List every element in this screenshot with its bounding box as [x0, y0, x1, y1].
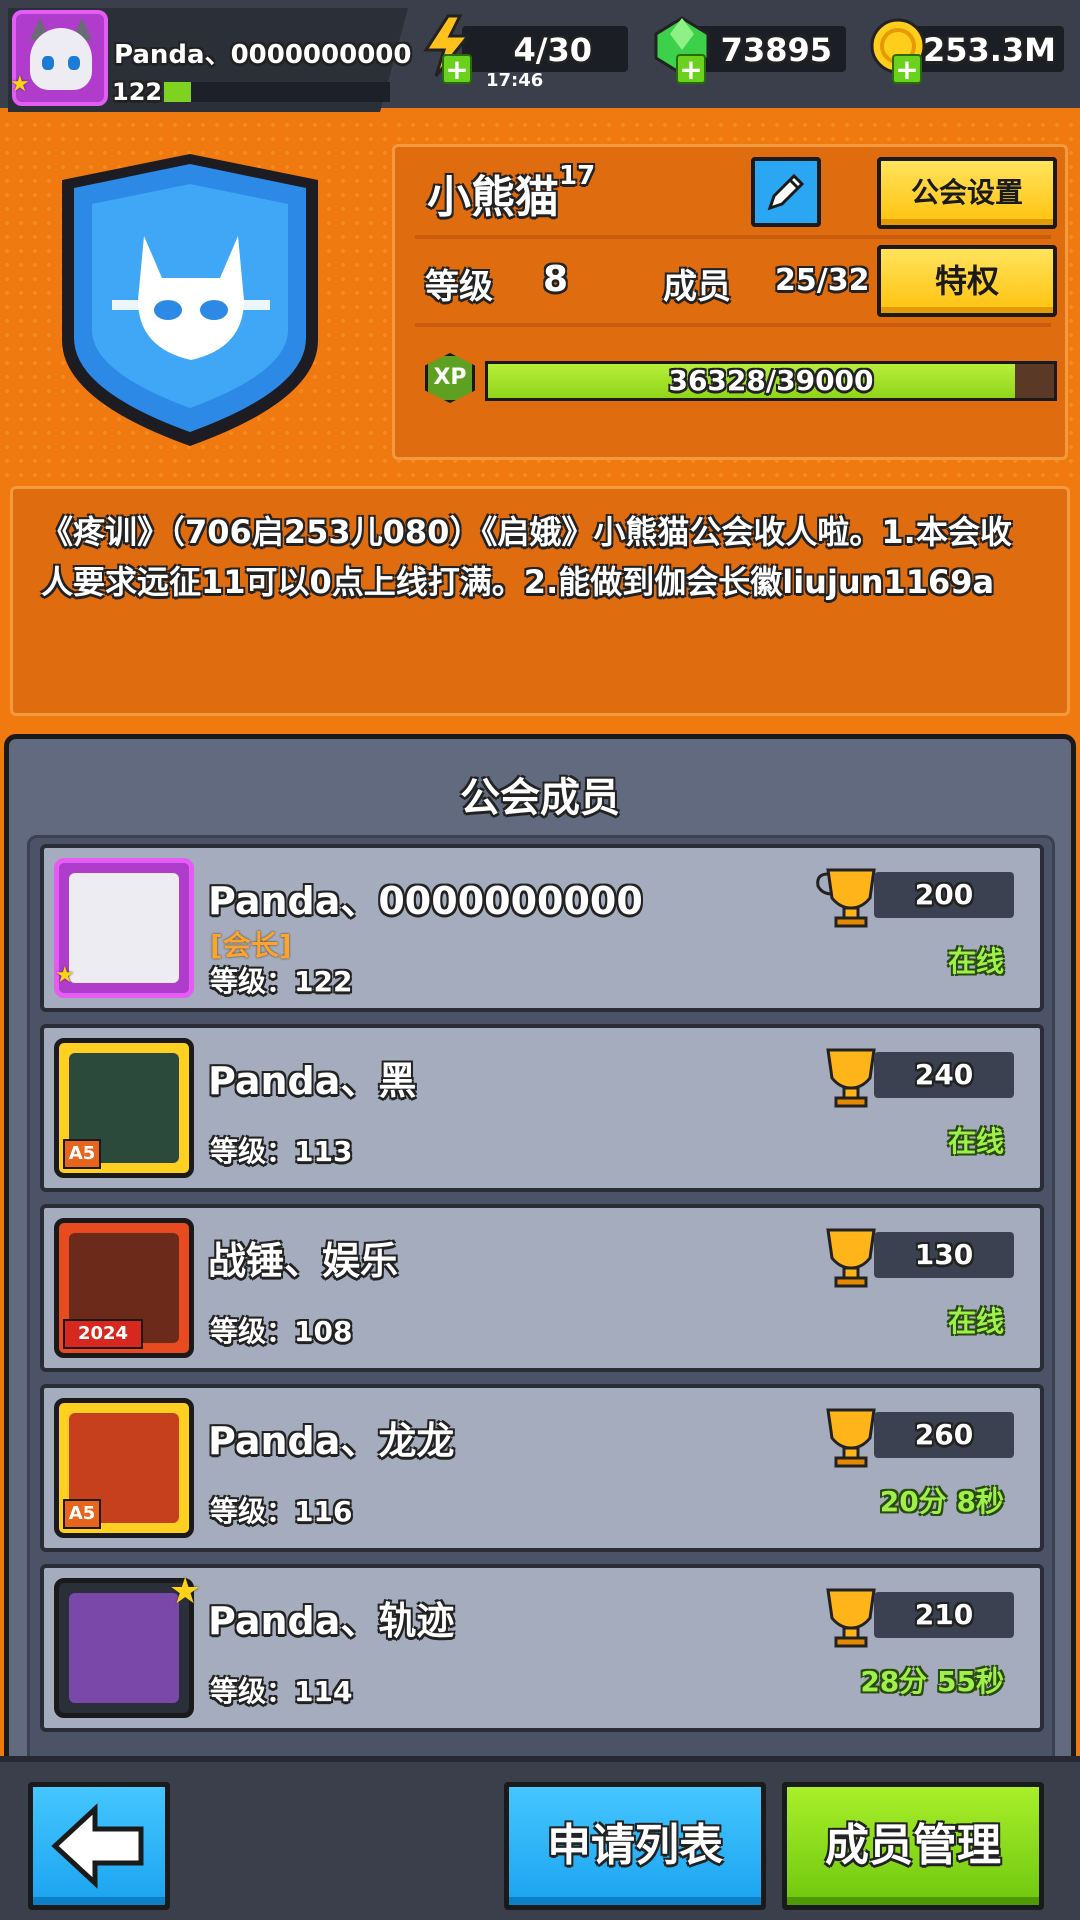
- member-status: 20分 8秒: [879, 1485, 1004, 1518]
- rank-tag: A5: [63, 1139, 101, 1169]
- energy-timer: 17:46: [486, 70, 544, 91]
- star-icon: ★: [169, 1571, 202, 1612]
- guild-info-panel: 小熊猫17 公会设置 等级 8 成员 25/32 特权 XP 36328/390…: [392, 144, 1068, 460]
- member-row[interactable]: 2024 战锤、娱乐 等级：108 130 在线: [40, 1204, 1044, 1372]
- top-bar: ★ Panda、0000000000 122 4/30 + 17:46 7389…: [0, 0, 1080, 118]
- edit-guild-name-button[interactable]: [751, 157, 821, 227]
- member-level: 等级：122: [210, 965, 353, 998]
- bottom-bar: 申请列表 成员管理: [0, 1756, 1080, 1920]
- trophy-count: 260: [874, 1412, 1014, 1458]
- guild-name-superscript: 17: [559, 161, 596, 191]
- guild-members-panel: 公会成员 ★ Panda、0000000000 [会长] 等级：122 200 …: [4, 734, 1076, 1774]
- member-level: 等级：116: [210, 1495, 353, 1528]
- trophy-count: 240: [874, 1052, 1014, 1098]
- member-level: 等级：114: [210, 1675, 353, 1708]
- member-row[interactable]: A5 Panda、龙龙 等级：116 260 20分 8秒: [40, 1384, 1044, 1552]
- trophy-count: 200: [874, 872, 1014, 918]
- member-row[interactable]: A5 Panda、黑 等级：113 240 在线: [40, 1024, 1044, 1192]
- energy-counter[interactable]: 4/30: [462, 26, 628, 72]
- member-name: Panda、轨迹: [208, 1599, 455, 1643]
- trophy-count: 210: [874, 1592, 1014, 1638]
- panda-avatar[interactable]: A5: [54, 1038, 194, 1178]
- member-status: 在线: [947, 1305, 1004, 1338]
- member-role: [会长]: [210, 929, 292, 962]
- redhair-avatar[interactable]: A5: [54, 1398, 194, 1538]
- player-name: Panda、0000000000: [114, 40, 412, 70]
- player-xp-bar: [164, 82, 390, 102]
- player-level: 122: [112, 78, 163, 106]
- member-manage-button[interactable]: 成员管理: [782, 1782, 1044, 1910]
- member-name: Panda、0000000000: [208, 879, 643, 923]
- guild-level-label: 等级: [425, 267, 493, 307]
- member-status: 在线: [947, 1125, 1004, 1158]
- cat-eye-right: [68, 56, 80, 70]
- member-name: 战锤、娱乐: [208, 1239, 399, 1283]
- member-level: 等级：113: [210, 1135, 353, 1168]
- guild-name-text: 小熊猫: [427, 172, 559, 223]
- divider: [415, 235, 1051, 239]
- rank-tag: A5: [63, 1499, 101, 1529]
- divider: [415, 323, 1051, 327]
- member-name: Panda、龙龙: [208, 1419, 455, 1463]
- cat-face: [30, 28, 92, 90]
- trophy-count: 130: [874, 1232, 1014, 1278]
- member-row[interactable]: ★ Panda、轨迹 等级：114 210 28分 55秒: [40, 1564, 1044, 1732]
- announcement-text: 《疼训》（706启253儿080）《启娥》小熊猫公会收人啦。1.本会收人要求远征…: [41, 513, 1012, 601]
- xp-badge-icon: XP: [425, 353, 475, 403]
- guild-xp-bar: 36328/39000: [485, 361, 1057, 401]
- apply-list-button[interactable]: 申请列表: [504, 1782, 766, 1910]
- add-energy-button[interactable]: +: [442, 54, 472, 84]
- member-name: Panda、黑: [208, 1059, 417, 1103]
- guild-settings-button[interactable]: 公会设置: [877, 157, 1057, 229]
- arrow-left-icon: [51, 1803, 144, 1889]
- member-status: 28分 55秒: [860, 1665, 1004, 1698]
- guild-announcement: 《疼训》（706启253儿080）《启娥》小熊猫公会收人啦。1.本会收人要求远征…: [10, 486, 1070, 716]
- member-level: 等级：108: [210, 1315, 353, 1348]
- star-icon: ★: [55, 963, 75, 988]
- starfish-avatar[interactable]: ★: [54, 1571, 201, 1718]
- star-icon: ★: [10, 72, 30, 97]
- guild-emblem-icon[interactable]: [52, 150, 328, 450]
- add-gems-button[interactable]: +: [676, 54, 706, 84]
- add-gold-button[interactable]: +: [892, 54, 922, 84]
- pencil-icon: [767, 173, 805, 211]
- player-avatar[interactable]: ★: [10, 10, 108, 106]
- cat-avatar[interactable]: ★: [54, 858, 194, 998]
- guild-level-value: 8: [543, 259, 569, 300]
- guild-name: 小熊猫17: [427, 161, 595, 225]
- members-title: 公会成员: [460, 775, 620, 821]
- cat-eye-left: [42, 56, 54, 70]
- guild-xp-text: 36328/39000: [668, 364, 874, 397]
- members-list[interactable]: ★ Panda、0000000000 [会长] 等级：122 200 在线 A5…: [27, 835, 1055, 1769]
- member-status: 在线: [947, 945, 1004, 978]
- year-tag: 2024: [63, 1319, 143, 1349]
- guild-members-label: 成员: [663, 267, 731, 307]
- privilege-button[interactable]: 特权: [877, 245, 1057, 317]
- goggles-avatar[interactable]: 2024: [54, 1218, 194, 1358]
- member-row[interactable]: ★ Panda、0000000000 [会长] 等级：122 200 在线: [40, 844, 1044, 1012]
- guild-members-value: 25/32: [775, 263, 870, 298]
- back-button[interactable]: [28, 1782, 170, 1910]
